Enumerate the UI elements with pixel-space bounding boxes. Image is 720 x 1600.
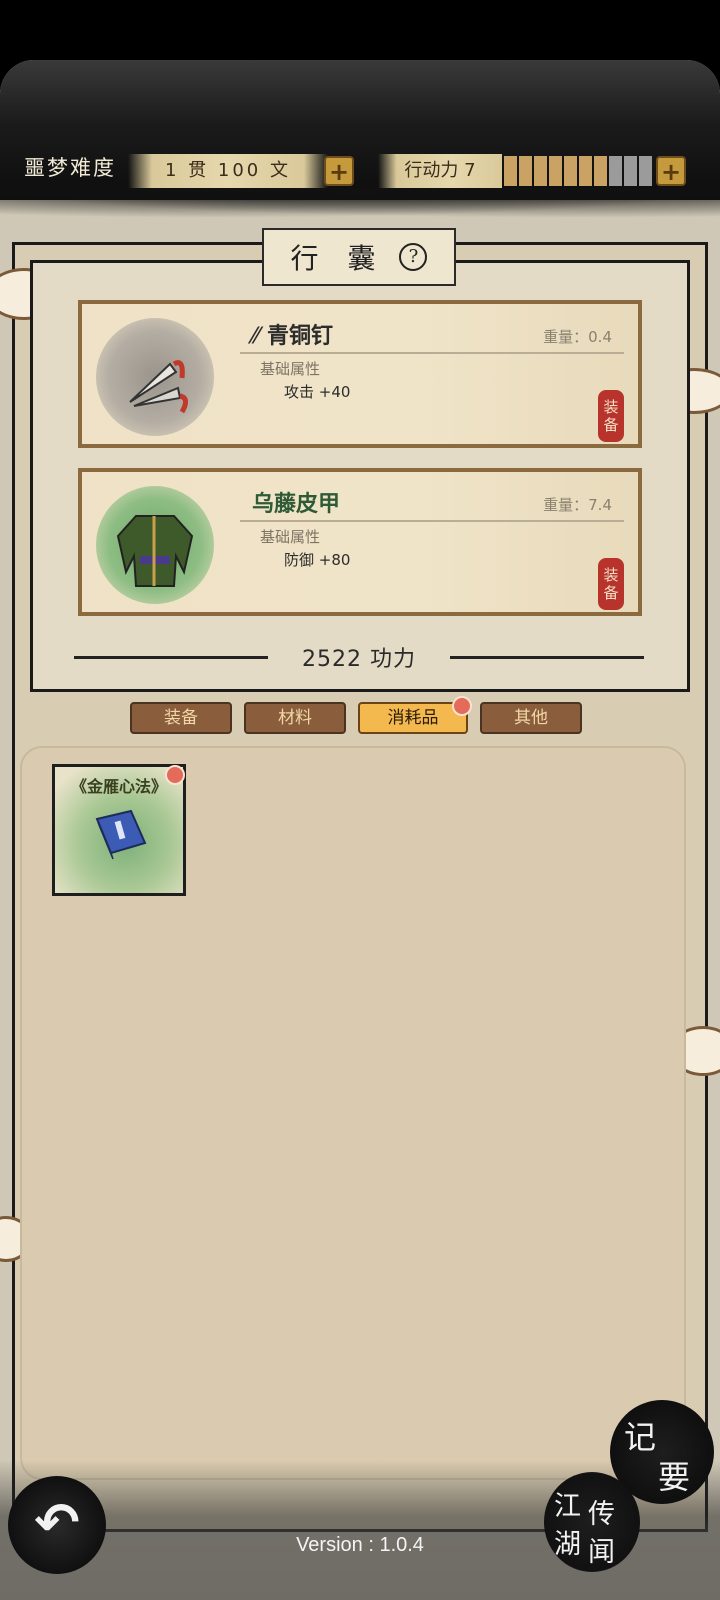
inventory-item-label: 《金雁心法》 bbox=[70, 777, 167, 796]
notification-dot-icon bbox=[452, 696, 472, 716]
power-total: 2522 功力 bbox=[74, 642, 645, 672]
equip-button[interactable]: 装备 bbox=[598, 558, 624, 610]
tab-materials[interactable]: 材料 bbox=[244, 702, 346, 734]
power-value: 2522 功力 bbox=[302, 647, 416, 672]
top-status-bar: 噩梦难度 1 贯 100 文 + 行动力 7 + bbox=[0, 60, 720, 218]
basic-attr-label: 基础属性 bbox=[260, 528, 321, 546]
divider bbox=[240, 352, 624, 354]
add-stamina-button[interactable]: + bbox=[656, 156, 686, 186]
divider bbox=[240, 520, 624, 522]
item-weight: 重量：7.4 bbox=[543, 496, 612, 514]
bag-title-text: 行 囊 bbox=[290, 242, 386, 275]
help-icon[interactable]: ? bbox=[399, 243, 428, 271]
rumors-button[interactable]: 江 湖 传 闻 bbox=[544, 1472, 640, 1572]
divider bbox=[74, 655, 269, 659]
back-button[interactable]: ↶ bbox=[8, 1476, 106, 1574]
version-label: Version : 1.0.4 bbox=[296, 1534, 424, 1556]
item-icon-slot bbox=[96, 486, 214, 604]
tab-other[interactable]: 其他 bbox=[480, 702, 582, 734]
tab-equipment[interactable]: 装备 bbox=[130, 702, 232, 734]
item-stat: 防御 +80 bbox=[284, 551, 351, 569]
stamina-cell bbox=[594, 156, 607, 186]
stamina-cell bbox=[534, 156, 547, 186]
stamina-cell bbox=[624, 156, 637, 186]
blue-book-icon bbox=[95, 809, 147, 860]
quill-icon: ⁄⁄ bbox=[252, 323, 268, 349]
equip-button[interactable]: 装备 bbox=[598, 390, 624, 442]
stamina-cell bbox=[579, 156, 592, 186]
stamina-cell bbox=[564, 156, 577, 186]
bag-title: 行 囊 ? bbox=[262, 228, 456, 286]
stamina-meter bbox=[504, 156, 652, 186]
item-name: ⁄⁄ 青铜钉 bbox=[252, 323, 334, 349]
stamina-cell bbox=[609, 156, 622, 186]
item-weight: 重量：0.4 bbox=[543, 328, 612, 346]
add-money-button[interactable]: + bbox=[324, 156, 354, 186]
stamina-label: 行动力 7 bbox=[378, 154, 502, 188]
item-name: 乌藤皮甲 bbox=[252, 491, 341, 517]
rattan-armor-icon bbox=[116, 515, 194, 587]
money-display: 1 贯 100 文 bbox=[128, 154, 328, 188]
item-stat: 攻击 +40 bbox=[284, 383, 351, 401]
notification-dot-icon bbox=[165, 765, 185, 785]
divider bbox=[450, 655, 645, 659]
stamina-cell bbox=[549, 156, 562, 186]
inventory-tabs: 装备 材料 消耗品 其他 bbox=[130, 696, 582, 734]
tab-consumables[interactable]: 消耗品 bbox=[358, 696, 472, 734]
basic-attr-label: 基础属性 bbox=[260, 360, 321, 378]
stamina-cell bbox=[504, 156, 517, 186]
equipped-item-card-armor[interactable]: 乌藤皮甲 重量：7.4 基础属性 防御 +80 装备 bbox=[78, 468, 642, 616]
bronze-dart-icon bbox=[129, 360, 188, 414]
difficulty-label: 噩梦难度 bbox=[24, 156, 116, 180]
game-screen: 噩梦难度 1 贯 100 文 + 行动力 7 + 行 囊 ? ⁄⁄ 青铜钉 重量… bbox=[0, 60, 720, 1600]
item-icon-slot bbox=[96, 318, 214, 436]
inventory-item[interactable]: 《金雁心法》 bbox=[52, 764, 186, 896]
stamina-cell bbox=[639, 156, 652, 186]
stamina-cell bbox=[519, 156, 532, 186]
equipped-item-card-weapon[interactable]: ⁄⁄ 青铜钉 重量：0.4 基础属性 攻击 +40 装备 bbox=[78, 300, 642, 448]
